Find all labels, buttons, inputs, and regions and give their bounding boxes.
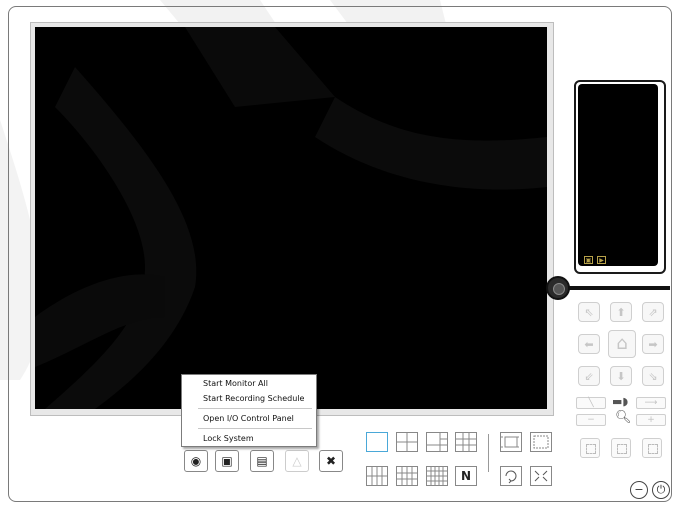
arrow-right-icon: ➡ (648, 338, 658, 351)
ptz-downright-button[interactable]: ⇘ (642, 366, 664, 386)
ptz-upleft-button[interactable]: ⇖ (578, 302, 600, 322)
menu-separator (198, 408, 312, 409)
layout-9-button[interactable] (455, 432, 477, 452)
focus-far-button[interactable]: ⟶ (636, 397, 666, 409)
arrow-downright-icon: ⇘ (648, 370, 658, 383)
tools-button[interactable]: ✖ (319, 450, 343, 472)
layout-n-icon: N (460, 469, 472, 483)
minus-icon: − (587, 415, 595, 425)
power-icon: ⏻ (656, 483, 666, 496)
menu-item-open-io-control-panel[interactable]: Open I/O Control Panel (203, 414, 294, 423)
zoom-in-button[interactable]: + (636, 414, 666, 426)
plus-icon: + (647, 415, 655, 425)
minimize-button[interactable]: − (630, 481, 648, 499)
arrow-upleft-icon: ⇖ (584, 306, 594, 319)
menu-separator (198, 428, 312, 429)
preset-1-button[interactable] (580, 438, 600, 458)
tv-button[interactable]: ▣ (215, 450, 239, 472)
layout-36-icon (427, 467, 447, 485)
layout-25-button[interactable] (396, 466, 418, 486)
layout-16-button[interactable] (530, 432, 552, 452)
arrow-right-small-icon: ⟶ (644, 398, 658, 408)
layout-36-button[interactable] (426, 466, 448, 486)
preset-3-button[interactable] (642, 438, 662, 458)
arrow-upright-icon: ⇗ (648, 306, 658, 319)
ptz-downleft-button[interactable]: ⇙ (578, 366, 600, 386)
menu-item-start-monitor-all[interactable]: Start Monitor All (203, 379, 268, 388)
arrow-down-icon: ⬇ (616, 370, 626, 383)
record-icon: ◉ (190, 454, 202, 468)
sequence-button[interactable] (500, 466, 522, 486)
ptz-up-button[interactable]: ⬆ (610, 302, 632, 322)
minimize-icon: − (634, 483, 644, 496)
zoom-icon: 🔍︎ (615, 410, 632, 425)
main-video-view[interactable] (35, 27, 547, 409)
layout-n-button[interactable]: N (455, 466, 477, 486)
fullscreen-icon (534, 470, 548, 482)
arrow-up-icon: ⬆ (616, 306, 626, 319)
arrow-downleft-icon: ⇙ (584, 370, 594, 383)
joystick-knob[interactable] (546, 276, 570, 300)
layout-16b-button[interactable] (366, 466, 388, 486)
zoom-out-button[interactable]: − (576, 414, 606, 426)
layout-4-button[interactable] (396, 432, 418, 452)
preset-2-button[interactable] (611, 438, 631, 458)
fullscreen-button[interactable] (530, 466, 552, 486)
keyboard-icon: ▤ (256, 454, 268, 468)
ptz-upright-button[interactable]: ⇗ (642, 302, 664, 322)
layout-25-icon (397, 467, 417, 485)
tools-icon: ✖ (325, 454, 337, 468)
toolbar-divider (488, 434, 489, 472)
preview-screen[interactable] (578, 84, 658, 266)
ptz-home-button[interactable]: ⌂ (608, 330, 636, 358)
layout-13-button[interactable] (500, 432, 522, 452)
record-button[interactable]: ◉ (184, 450, 208, 472)
ptz-right-button[interactable]: ➡ (642, 334, 664, 354)
preview-icons: ▣ ▶ (584, 256, 606, 264)
menu-item-lock-system[interactable]: Lock System (203, 434, 254, 443)
ptz-left-button[interactable]: ⬅ (578, 334, 600, 354)
alert-icon: △ (292, 454, 302, 468)
power-button[interactable]: ⏻ (652, 481, 670, 499)
layout-1-button[interactable] (366, 432, 388, 452)
divider-line (560, 286, 670, 290)
tv-icon: ▣ (221, 454, 233, 468)
layout-1-icon (367, 433, 387, 451)
arrow-left-icon: ⬅ (584, 338, 594, 351)
ptz-down-button[interactable]: ⬇ (610, 366, 632, 386)
home-icon: ⌂ (616, 333, 628, 354)
video-watermark (35, 27, 547, 409)
keyboard-button[interactable]: ▤ (250, 450, 274, 472)
alert-button[interactable]: △ (285, 450, 309, 472)
layout-16b-icon (367, 467, 387, 485)
layout-sequence-icon (505, 470, 517, 484)
layout-4-icon (397, 433, 417, 451)
playback-icon[interactable]: ▶ (597, 256, 606, 264)
layout-16-icon (533, 435, 549, 449)
focus-icon: ▬◗ (612, 395, 629, 408)
context-menu: Start Monitor All Start Recording Schedu… (181, 374, 317, 447)
focus-near-button[interactable]: ╲ (576, 397, 606, 409)
layout-9-icon (456, 433, 476, 451)
menu-item-start-recording-schedule[interactable]: Start Recording Schedule (203, 394, 304, 403)
layout-13-icon (501, 436, 521, 448)
layout-6-button[interactable] (426, 432, 448, 452)
layout-6-icon (427, 433, 447, 451)
focus-near-icon: ╲ (588, 398, 594, 408)
snapshot-icon[interactable]: ▣ (584, 256, 593, 264)
